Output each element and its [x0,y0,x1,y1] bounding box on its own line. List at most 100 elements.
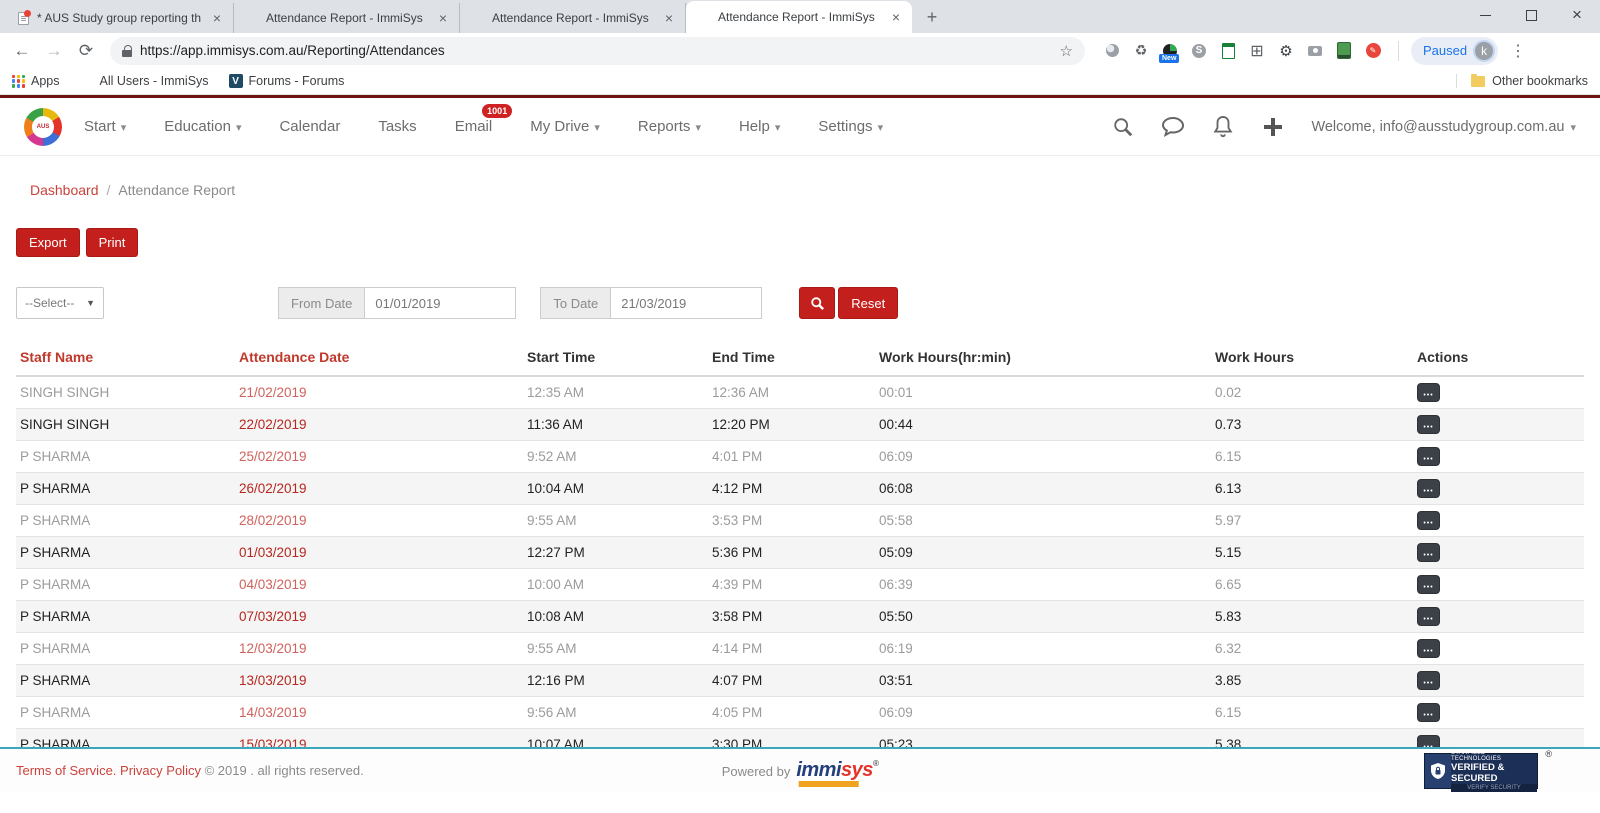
minimize-icon[interactable] [1462,0,1508,30]
extension-circle-icon[interactable] [1103,42,1121,60]
extension-recycle-icon[interactable] [1132,42,1150,60]
seal-verify-link[interactable]: VERIFY SECURITY [1451,784,1537,792]
select-value: --Select-- [25,296,74,310]
extension-spreadsheet-icon[interactable] [1219,42,1237,60]
row-actions-button[interactable] [1417,543,1440,562]
attendance-date-cell[interactable]: 13/03/2019 [235,664,523,696]
to-date-input[interactable] [610,287,762,319]
row-actions-button[interactable] [1417,415,1440,434]
row-actions-button[interactable] [1417,447,1440,466]
extension-gear-icon[interactable] [1277,42,1295,60]
browser-tab[interactable]: * AUS Study group reporting tha [8,3,234,33]
menu-email[interactable]: Email1001 [455,118,493,135]
menu-my-drive[interactable]: My Drive [530,118,600,135]
tab-close-icon[interactable] [435,10,451,26]
welcome-account-menu[interactable]: Welcome, info@ausstudygroup.com.au [1311,119,1576,135]
row-actions-button[interactable] [1417,479,1440,498]
tab-close-icon[interactable] [209,10,225,26]
chevron-down-icon [775,118,781,135]
table-row: P SHARMA12/03/20199:55 AM4:14 PM06:196.3… [16,632,1584,664]
bookmark-apps[interactable]: Apps [12,74,60,88]
extension-lightshot-icon[interactable] [1364,42,1382,60]
attendance-date-cell[interactable]: 04/03/2019 [235,568,523,600]
maximize-icon[interactable] [1508,0,1554,30]
tab-close-icon[interactable] [661,10,677,26]
end-time-cell: 4:14 PM [708,632,875,664]
column-header-staff-name[interactable]: Staff Name [16,341,235,376]
menu-start[interactable]: Start [84,118,126,135]
work-hours-cell: 0.73 [1211,408,1413,440]
notifications-bell-icon[interactable] [1211,115,1235,139]
tab-close-icon[interactable] [888,9,904,25]
browser-tab-active[interactable]: Attendance Report - ImmiSys [686,1,912,33]
row-actions-button[interactable] [1417,703,1440,722]
browser-menu-icon[interactable] [1510,41,1526,61]
work-hours-hrmin-cell: 05:58 [875,504,1211,536]
staff-name-cell: P SHARMA [16,632,235,664]
new-tab-button[interactable] [918,3,946,31]
attendance-date-cell[interactable]: 21/02/2019 [235,376,523,408]
row-actions-button[interactable] [1417,607,1440,626]
url-text[interactable]: https://app.immisys.com.au/Reporting/Att… [140,43,1052,58]
extension-camera-icon[interactable] [1306,42,1324,60]
row-actions-button[interactable] [1417,639,1440,658]
column-header-start-time: Start Time [523,341,708,376]
export-button[interactable]: Export [16,228,80,257]
verified-secured-seal[interactable]: STARFIELD TECHNOLOGIES VERIFIED & SECURE… [1424,753,1538,789]
bookmark-all-users-immisys[interactable]: All Users - ImmiSys [80,74,209,88]
extension-skype-icon[interactable] [1190,42,1208,60]
attendance-date-cell[interactable]: 22/02/2019 [235,408,523,440]
row-actions-button[interactable] [1417,575,1440,594]
close-window-icon[interactable] [1554,0,1600,30]
toolbar-divider [1398,41,1399,61]
profile-chip[interactable]: Paused k [1411,37,1498,65]
bookmark-forums[interactable]: V Forums - Forums [229,74,345,88]
attendance-date-cell[interactable]: 26/02/2019 [235,472,523,504]
attendance-date-cell[interactable]: 07/03/2019 [235,600,523,632]
column-header-attendance-date[interactable]: Attendance Date [235,341,523,376]
work-hours-cell: 6.13 [1211,472,1413,504]
attendance-date-cell[interactable]: 01/03/2019 [235,536,523,568]
search-submit-button[interactable] [799,287,835,319]
breadcrumb: Dashboard / Attendance Report [0,156,1600,198]
bookmark-star-icon[interactable] [1060,42,1073,60]
menu-education[interactable]: Education [164,118,241,135]
extension-speed-gauge-icon[interactable]: New [1161,42,1179,60]
print-button[interactable]: Print [86,228,139,257]
start-time-cell: 10:08 AM [523,600,708,632]
tab-title: * AUS Study group reporting tha [37,11,201,25]
search-icon[interactable] [1111,115,1135,139]
menu-calendar[interactable]: Calendar [279,118,340,135]
terms-of-service-link[interactable]: Terms of Service. [16,763,116,778]
attendance-date-cell[interactable]: 25/02/2019 [235,440,523,472]
extension-phone-icon[interactable] [1335,42,1353,60]
attendance-date-cell[interactable]: 28/02/2019 [235,504,523,536]
browser-tab[interactable]: Attendance Report - ImmiSys [234,3,460,33]
row-actions-button[interactable] [1417,671,1440,690]
address-bar[interactable]: https://app.immisys.com.au/Reporting/Att… [110,37,1085,65]
add-plus-icon[interactable] [1261,115,1285,139]
staff-select-dropdown[interactable]: --Select-- ▼ [16,287,104,319]
attendance-date-cell[interactable]: 12/03/2019 [235,632,523,664]
aus-study-group-logo[interactable]: AUS [24,108,62,146]
reload-icon[interactable]: ⟳ [72,37,100,65]
back-icon[interactable]: ← [8,37,36,65]
menu-reports[interactable]: Reports [638,118,701,135]
row-actions-button[interactable] [1417,511,1440,530]
avatar[interactable]: k [1473,40,1495,62]
row-actions-button[interactable] [1417,383,1440,402]
browser-tab[interactable]: Attendance Report - ImmiSys [460,3,686,33]
privacy-policy-link[interactable]: Privacy Policy [120,763,201,778]
attendance-date-cell[interactable]: 14/03/2019 [235,696,523,728]
forward-icon[interactable]: → [40,37,68,65]
extension-grid-icon[interactable] [1248,42,1266,60]
menu-settings[interactable]: Settings [818,118,883,135]
reset-button[interactable]: Reset [838,287,898,319]
from-date-input[interactable] [364,287,516,319]
menu-tasks[interactable]: Tasks [378,118,416,135]
menu-help[interactable]: Help [739,118,780,135]
other-bookmarks-button[interactable]: Other bookmarks [1456,74,1588,88]
chevron-down-icon [594,118,600,135]
chat-icon[interactable] [1161,115,1185,139]
breadcrumb-dashboard-link[interactable]: Dashboard [30,182,99,198]
